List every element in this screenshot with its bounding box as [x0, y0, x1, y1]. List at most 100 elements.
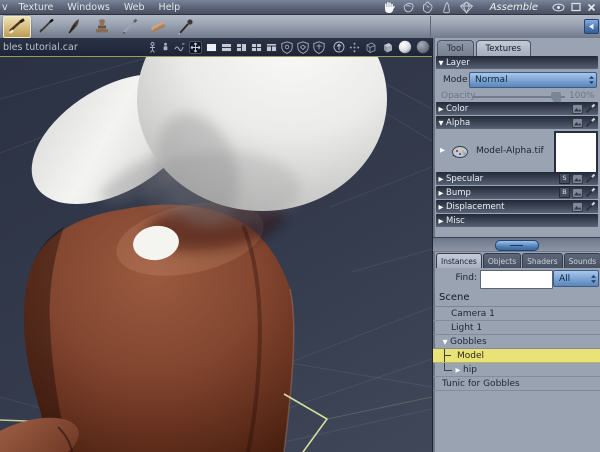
hand-mode-icon-2[interactable] — [402, 1, 415, 14]
menu-item-partial[interactable]: v — [0, 2, 12, 13]
splitter-handle[interactable] — [495, 240, 539, 251]
viewport-tab-title[interactable]: bles tutorial.car — [0, 42, 78, 53]
tree-item-light[interactable]: Light 1 — [433, 321, 600, 335]
ink-pen-tool-button[interactable] — [61, 17, 87, 37]
application-window: v Texture Windows Web Help Assemble bles… — [0, 0, 600, 452]
image-map-icon[interactable] — [572, 117, 583, 128]
tree-item-gobbles[interactable]: ▼ Gobbles — [433, 335, 600, 349]
expand-triangle-icon[interactable]: ▶ — [453, 366, 463, 374]
paint-toolbar — [0, 15, 600, 39]
tab-tool[interactable]: Tool — [437, 40, 474, 56]
eyedropper-tool-button[interactable] — [173, 17, 199, 37]
eye-icon[interactable] — [552, 3, 565, 12]
tab-instances[interactable]: Instances — [436, 253, 482, 268]
3d-viewport[interactable]: bles tutorial.car — [0, 38, 432, 452]
color-section-header[interactable]: ▶ Color — [436, 102, 598, 115]
viewport-mini-icon-3[interactable] — [174, 42, 185, 52]
upvector-icon[interactable] — [333, 41, 345, 53]
collapse-panel-button[interactable] — [584, 19, 599, 34]
mode-label: Assemble — [489, 1, 538, 13]
scene-tree: Camera 1 Light 1 ▼ Gobbles Model ▶ hip T… — [433, 307, 600, 391]
layout-split-custom-icon[interactable] — [266, 42, 277, 52]
menu-item-windows[interactable]: Windows — [60, 2, 116, 13]
bump-section-header[interactable]: ▶ Bump B — [436, 186, 598, 199]
filter-dropdown[interactable]: All — [553, 270, 599, 287]
3d-scene[interactable] — [0, 57, 432, 452]
menu-item-help[interactable]: Help — [152, 2, 188, 13]
hand-mode-icon-3[interactable] — [421, 1, 434, 14]
flat-sphere-icon[interactable] — [416, 40, 430, 54]
shield-icon-3[interactable] — [313, 40, 325, 54]
collapse-triangle-icon: ▶ — [438, 188, 444, 197]
shaded-sphere-icon[interactable] — [398, 40, 412, 54]
shield-icon-1[interactable] — [281, 40, 293, 54]
shader-panel-tabs: Tool Textures — [437, 39, 533, 56]
specular-section-header[interactable]: ▶ Specular S — [436, 172, 598, 185]
viewport-mini-icon-2[interactable] — [161, 42, 170, 53]
viewport-mini-icon-1[interactable] — [148, 41, 157, 53]
tab-shaders[interactable]: Shaders — [522, 253, 563, 268]
solid-cube-icon[interactable] — [381, 41, 394, 53]
mode-label: Mode — [443, 75, 468, 85]
misc-section-header[interactable]: ▶ Misc — [436, 214, 598, 227]
shield-icon-2[interactable] — [297, 40, 309, 54]
right-panel: Tool Textures ▼ Layer Mode Normal Opacit… — [432, 38, 600, 452]
displacement-section-header[interactable]: ▶ Displacement — [436, 200, 598, 213]
tree-connector — [444, 363, 452, 371]
points-icon[interactable] — [349, 42, 360, 53]
tree-item-camera[interactable]: Camera 1 — [433, 307, 600, 321]
paint-layer-icon[interactable] — [585, 173, 596, 184]
paint-layer-icon[interactable] — [585, 103, 596, 114]
menu-bar: v Texture Windows Web Help Assemble — [0, 0, 600, 15]
image-map-icon[interactable] — [572, 173, 583, 184]
tree-item-label: hip — [463, 364, 477, 375]
layer-section-header[interactable]: ▼ Layer — [436, 56, 598, 69]
specular-badge: S — [559, 173, 570, 184]
clone-stamp-tool-button[interactable] — [89, 17, 115, 37]
image-map-icon[interactable] — [572, 187, 583, 198]
window-icon[interactable] — [571, 2, 581, 12]
alpha-thumbnail[interactable] — [554, 131, 598, 174]
alpha-texture-name[interactable]: Model-Alpha.tif — [476, 146, 544, 156]
close-icon[interactable] — [587, 3, 596, 12]
wireframe-cube-icon[interactable] — [364, 41, 377, 53]
tree-item-hip[interactable]: ▶ hip — [433, 363, 600, 377]
menu-item-texture[interactable]: Texture — [12, 2, 61, 13]
paint-mode-hand-icon[interactable] — [383, 1, 396, 14]
dropdown-arrows-icon — [591, 274, 596, 283]
eraser-tool-button[interactable] — [145, 17, 171, 37]
filter-value: All — [559, 273, 571, 284]
viewport-icon-strip — [148, 38, 430, 56]
tab-textures[interactable]: Textures — [475, 40, 532, 56]
pencil-tool-button[interactable] — [117, 17, 143, 37]
viewport-tab-bar[interactable]: bles tutorial.car — [0, 38, 432, 57]
paint-layer-icon[interactable] — [585, 201, 596, 212]
maximize-viewport-icon[interactable] — [189, 40, 202, 54]
airbrush-tool-button[interactable] — [33, 17, 59, 37]
tab-sounds[interactable]: Sounds — [563, 253, 600, 268]
opacity-slider[interactable] — [473, 90, 565, 103]
layout-quad-icon[interactable] — [251, 42, 262, 52]
expand-triangle-icon[interactable]: ▶ — [440, 146, 445, 154]
misc-section-label: Misc — [446, 215, 465, 226]
tab-objects[interactable]: Objects — [482, 253, 522, 268]
paintbrush-tool-button[interactable] — [3, 15, 31, 38]
hand-mode-icon-4[interactable] — [440, 1, 453, 14]
layout-split-2-icon[interactable] — [221, 42, 232, 52]
paint-layer-icon[interactable] — [585, 187, 596, 198]
tree-item-model[interactable]: Model — [433, 349, 600, 363]
paint-layer-icon[interactable] — [585, 117, 596, 128]
expand-triangle-icon[interactable]: ▼ — [440, 338, 450, 346]
layout-single-icon[interactable] — [206, 42, 217, 52]
blend-mode-dropdown[interactable]: Normal — [469, 72, 597, 88]
layout-split-3-icon[interactable] — [236, 42, 247, 52]
image-map-icon[interactable] — [572, 201, 583, 212]
panel-splitter[interactable] — [433, 237, 600, 252]
image-map-icon[interactable] — [572, 103, 583, 114]
alpha-section-label: Alpha — [446, 117, 471, 128]
menu-item-web[interactable]: Web — [117, 2, 152, 13]
tree-item-tunic[interactable]: Tunic for Gobbles — [433, 377, 600, 391]
alpha-section-header[interactable]: ▼ Alpha — [436, 116, 598, 129]
gem-mode-icon[interactable] — [459, 0, 474, 14]
find-input[interactable] — [480, 270, 553, 289]
